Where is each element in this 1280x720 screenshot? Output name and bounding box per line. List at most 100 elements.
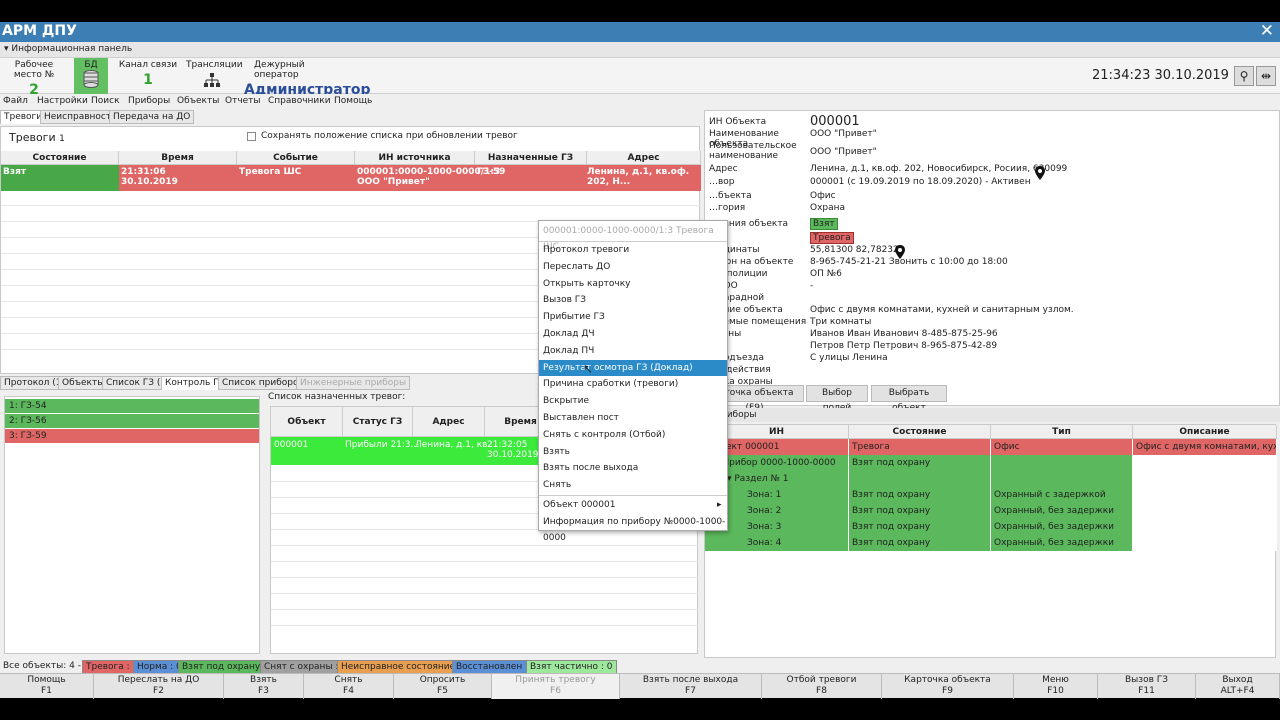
field-value: 8-965-745-21-21 Звонить с 10:00 до 18:00: [810, 257, 1008, 267]
context-menu-item[interactable]: Снять с контроля (Отбой): [539, 427, 727, 443]
context-menu-item[interactable]: Открыть карточку: [539, 276, 727, 292]
device-cell-state: Взят под охрану: [849, 519, 991, 535]
col-state[interactable]: Состояние: [1, 151, 119, 165]
menu-search[interactable]: Поиск: [91, 96, 120, 106]
col-time[interactable]: Время: [119, 151, 237, 165]
fkey-shortcut: F8: [816, 686, 827, 696]
context-menu-item[interactable]: Причина сработки (тревоги): [539, 376, 727, 392]
menu-settings[interactable]: Настройки: [37, 96, 88, 106]
network-icon: [204, 73, 220, 87]
device-row[interactable]: Зона: 3 Взят под охрану Охранный, без заде…: [705, 519, 1277, 535]
alarm-address: Ленина, д.1, кв.оф. 202, Н...: [587, 167, 690, 187]
device-row[interactable]: Зона: 4 Взят под охрану Охранный, без заде…: [705, 535, 1277, 551]
context-menu-item[interactable]: Взять: [539, 444, 727, 460]
col-source[interactable]: ИН источника: [355, 151, 475, 165]
fkey-button[interactable]: Снять F4: [304, 674, 394, 699]
gz-item[interactable]: 1: ГЗ-54: [5, 399, 259, 413]
menu-references[interactable]: Справочники: [268, 96, 331, 106]
menu-devices[interactable]: Приборы: [128, 96, 170, 106]
field-value: Ленина, д.1, кв.оф. 202, Новосибирск, Ро…: [810, 164, 1068, 174]
menu-help[interactable]: Помощь: [334, 96, 372, 106]
fkey-button[interactable]: Карточка объекта F9: [882, 674, 1014, 699]
fkey-button[interactable]: Выход ALT+F4: [1196, 674, 1280, 699]
device-row[interactable]: Зона: 2 Взят под охрану Охранный, без заде…: [705, 503, 1277, 519]
fkey-button[interactable]: Принять тревогу F6: [492, 674, 620, 699]
fkey-button[interactable]: Отбой тревоги F8: [762, 674, 882, 699]
device-row[interactable]: ▾ Прибор 0000-1000-0000 Взят под охрану: [705, 455, 1277, 471]
field-key: …вор: [709, 177, 735, 187]
tab-device-list[interactable]: Список приборов: [218, 376, 308, 390]
info-panel-header[interactable]: ▾ Информационная панель: [0, 42, 1280, 58]
fkey-button[interactable]: Взять после выхода F7: [620, 674, 762, 699]
fkey-label: Отбой тревоги: [786, 675, 857, 685]
col-event[interactable]: Событие: [237, 151, 355, 165]
context-menu-item[interactable]: Доклад ПЧ: [539, 343, 727, 359]
col-gz-status[interactable]: Статус ГЗ: [343, 407, 413, 437]
col-assigned-address[interactable]: Адрес: [413, 407, 485, 437]
field-value: 000001 (с 19.09.2019 по 18.09.2020) - Ак…: [810, 177, 1031, 187]
col-object[interactable]: Объект: [271, 407, 343, 437]
gz-item[interactable]: 3: ГЗ-59: [5, 429, 259, 443]
fkey-button[interactable]: Переслать на ДО F2: [94, 674, 224, 699]
context-menu-item[interactable]: Результат осмотра ГЗ (Доклад): [539, 359, 727, 376]
context-menu-item[interactable]: Взять после выхода: [539, 460, 727, 476]
fkey-label: Меню: [1042, 675, 1069, 685]
alarm-gz: ГЗ-59: [477, 167, 506, 177]
context-menu-item[interactable]: Прибытие ГЗ: [539, 309, 727, 325]
device-row[interactable]: ▾ Раздел № 1: [705, 471, 1277, 487]
col-gz[interactable]: Назначенные ГЗ: [475, 151, 587, 165]
context-menu-item[interactable]: Протокол тревоги: [539, 242, 727, 258]
fkey-label: Выход: [1222, 675, 1253, 685]
col-device-type[interactable]: Тип: [991, 425, 1133, 439]
context-menu-item[interactable]: Переслать ДО: [539, 259, 727, 275]
pin-icon[interactable]: ⚲: [1234, 66, 1254, 86]
fkey-button[interactable]: Помощь F1: [0, 674, 94, 699]
context-menu-item[interactable]: Доклад ДЧ: [539, 326, 727, 342]
map-pin-icon[interactable]: [895, 245, 905, 259]
menu-bar: Файл Настройки Поиск Приборы Объекты Отч…: [0, 94, 1280, 108]
keep-position-label: Сохранять положение списка при обновлени…: [261, 131, 518, 141]
assigned-title: Список назначенных тревог:: [268, 392, 406, 402]
menu-reports[interactable]: Отчеты: [225, 96, 261, 106]
col-device-desc[interactable]: Описание: [1133, 425, 1277, 439]
field-key: …бъекта: [709, 191, 752, 201]
fkey-button[interactable]: Взять F3: [224, 674, 304, 699]
select-fields-button[interactable]: Выбор полей: [806, 385, 868, 413]
gz-item-label: 3: ГЗ-59: [9, 431, 47, 441]
tab-transfer[interactable]: Передача на ДО: [109, 110, 195, 124]
alarm-time-line2: 30.10.2019: [121, 177, 178, 187]
fkey-label: Опросить: [419, 675, 466, 685]
context-menu-submenu[interactable]: Объект 000001: [539, 497, 727, 513]
tab-objects[interactable]: Объекты: [58, 376, 109, 390]
fkey-button[interactable]: Вызов ГЗ F11: [1098, 674, 1196, 699]
gz-item[interactable]: 2: ГЗ-56: [5, 414, 259, 428]
col-device-state[interactable]: Состояние: [849, 425, 991, 439]
context-menu-item[interactable]: Выставлен пост: [539, 410, 727, 426]
field-value: Офис с двумя комнатами, кухней и санитар…: [810, 305, 1074, 315]
context-menu-item[interactable]: Вызов ГЗ: [539, 292, 727, 308]
expand-icon[interactable]: ⇹: [1256, 66, 1276, 86]
fkey-label: Снять: [334, 675, 363, 685]
context-menu-item[interactable]: Вскрытие: [539, 393, 727, 409]
fkey-button[interactable]: Меню F10: [1014, 674, 1098, 699]
assigned-row[interactable]: 000001 Прибыли 21:3... Ленина, д.1, кв..…: [271, 437, 557, 465]
object-in-label: ИН Объекта: [709, 117, 767, 127]
device-cell-type: Охранный, без задержки: [991, 519, 1133, 535]
fkey-button[interactable]: Опросить F5: [394, 674, 492, 699]
close-icon[interactable]: ✕: [1260, 21, 1274, 41]
alarm-row[interactable]: Взят 21:31:06 30.10.2019 Тревога ШС 00000…: [1, 165, 701, 191]
menu-objects[interactable]: Объекты: [177, 96, 219, 106]
col-address[interactable]: Адрес: [587, 151, 701, 165]
device-cell-desc: [1133, 455, 1277, 471]
tab-engineering[interactable]: Инженерные приборы: [296, 376, 411, 390]
map-pin-icon[interactable]: [1035, 166, 1045, 180]
context-menu-item[interactable]: Снять: [539, 477, 727, 493]
menu-file[interactable]: Файл: [3, 96, 28, 106]
assigned-time-line2: 30.10.2019: [487, 450, 539, 460]
field-value: ООО "Привет": [810, 129, 877, 139]
context-menu-item[interactable]: Информация по прибору №0000-1000-0000: [539, 514, 727, 543]
keep-position-checkbox[interactable]: [247, 132, 256, 141]
device-row[interactable]: Объект 000001 Тревога Офис Офис с двумя ком…: [705, 439, 1277, 455]
device-row[interactable]: Зона: 1 Взят под охрану Охранный с задержк…: [705, 487, 1277, 503]
select-object-button[interactable]: Выбрать объект: [871, 385, 947, 413]
